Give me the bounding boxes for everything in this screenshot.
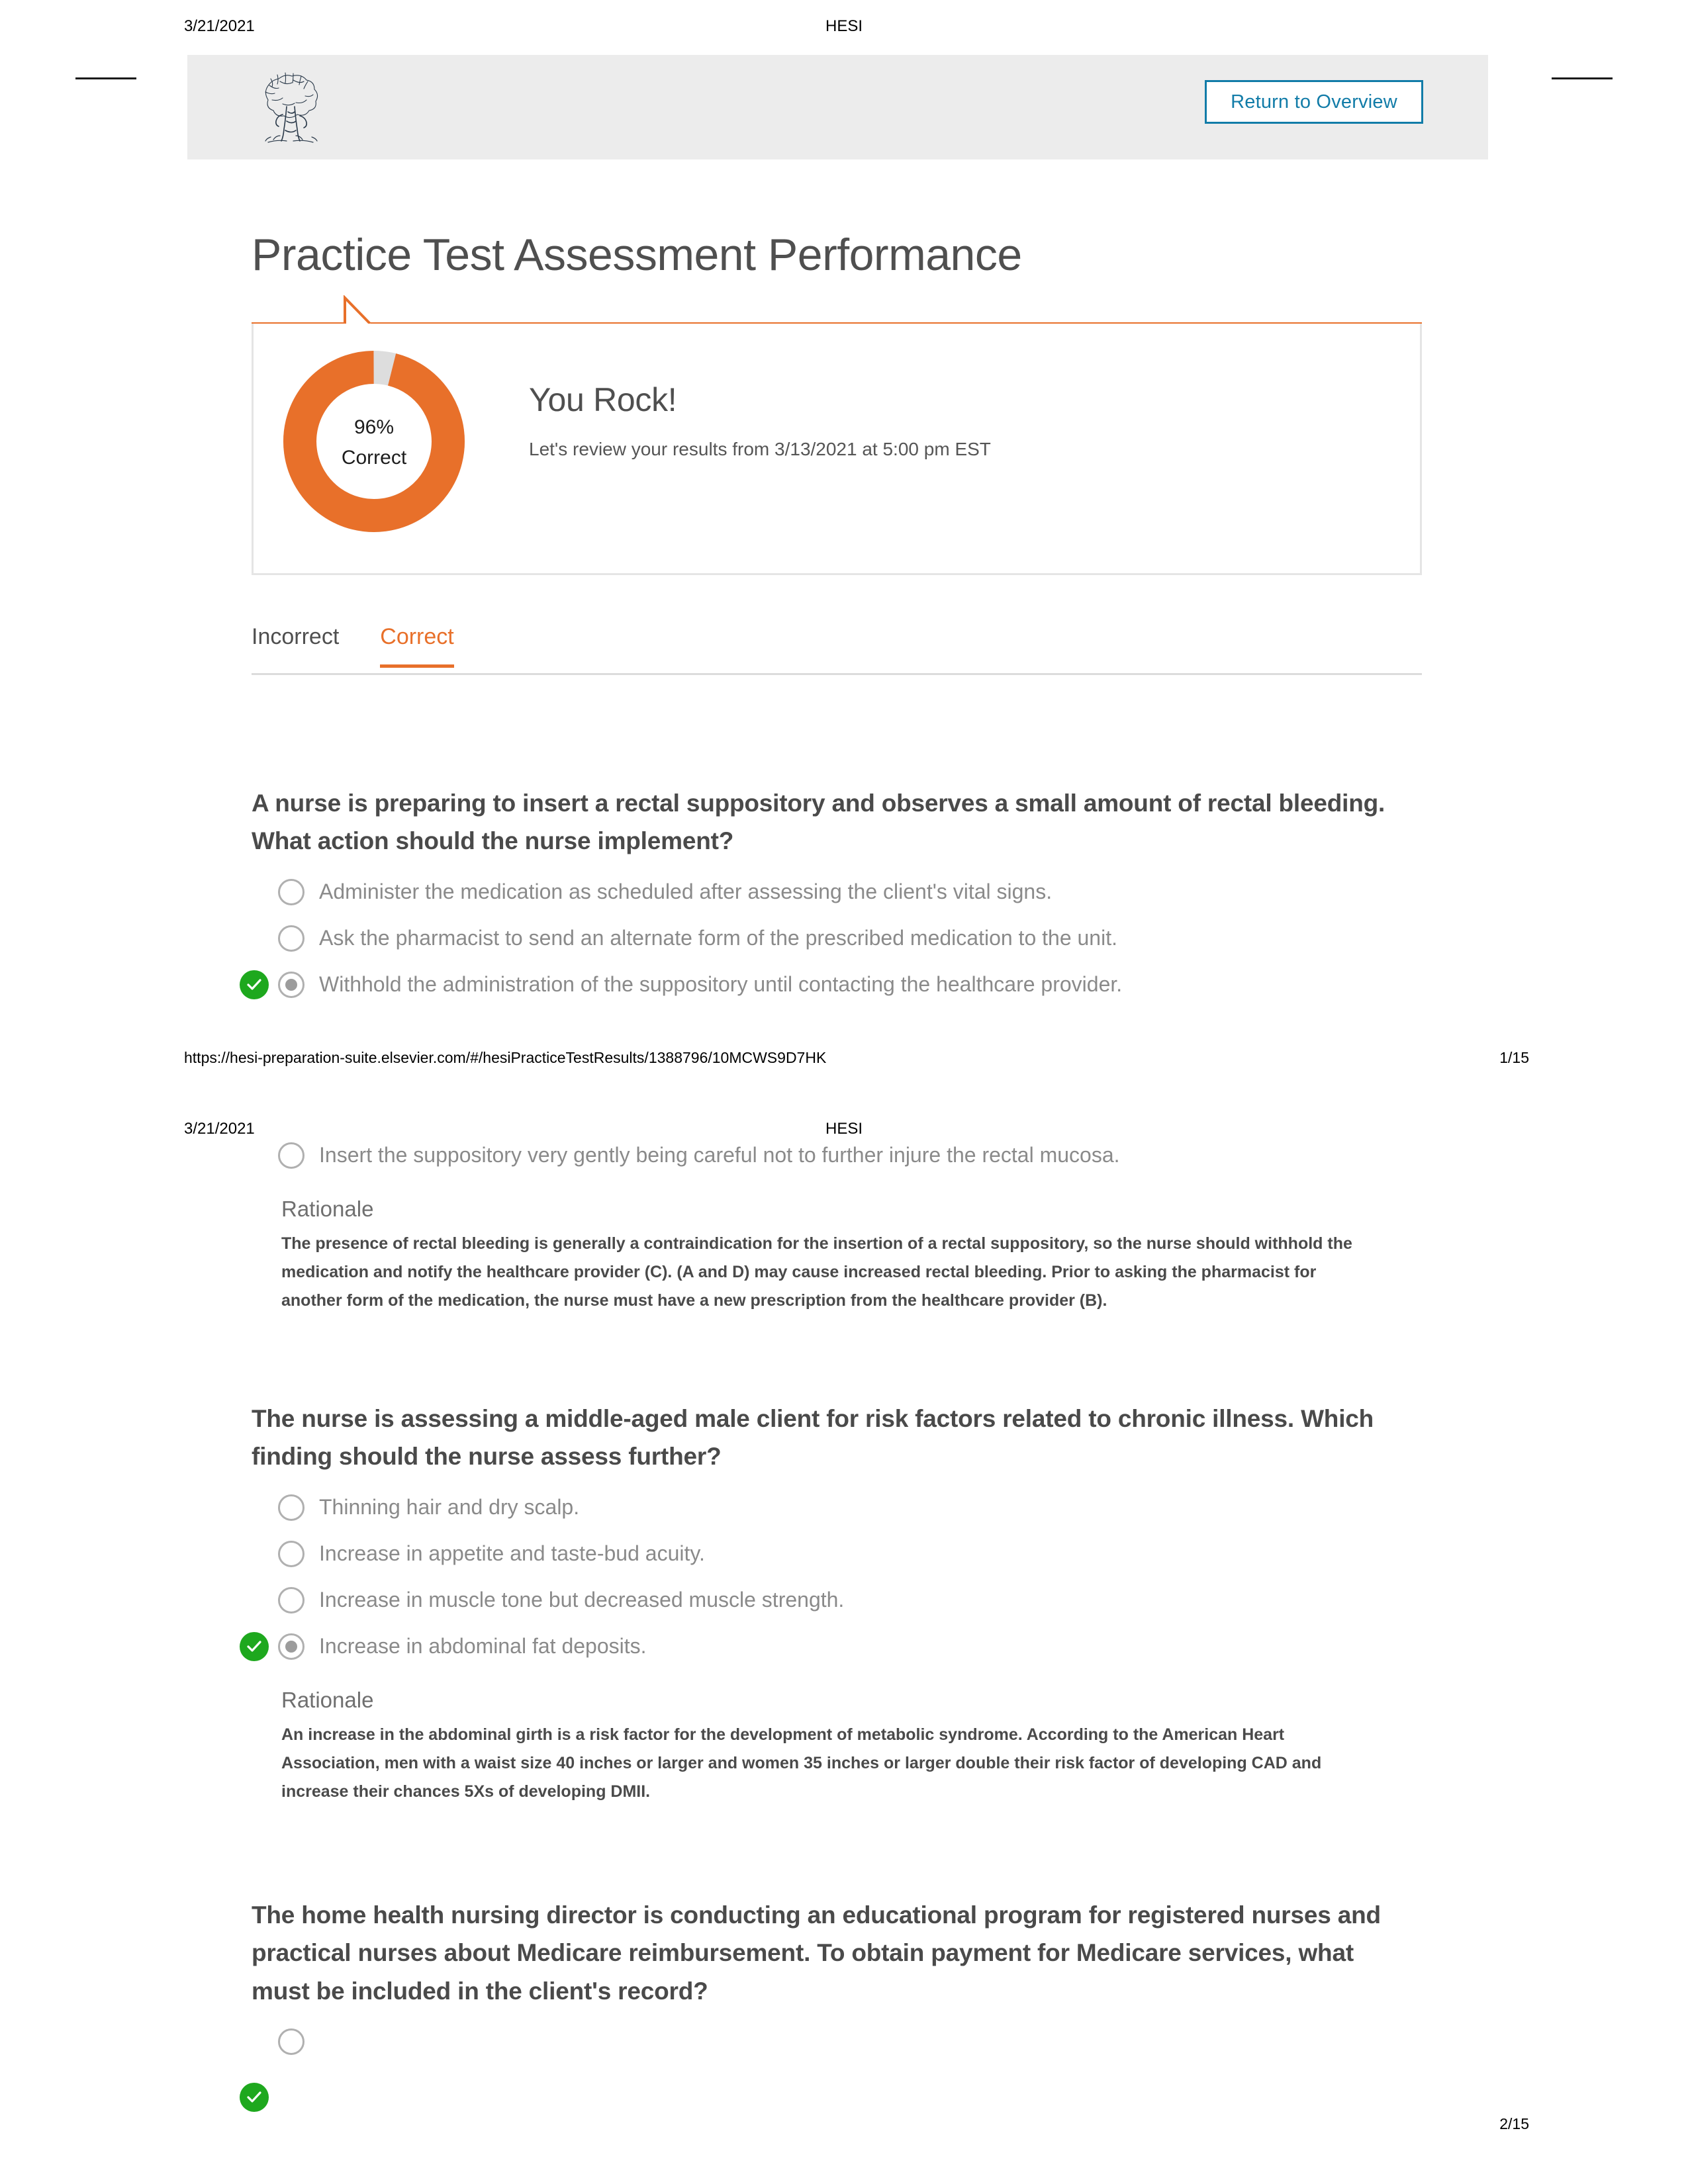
page-title: Practice Test Assessment Performance xyxy=(252,229,1022,280)
print-footer-page-number: 1/15 xyxy=(1499,1049,1529,1066)
print-doc-title: HESI xyxy=(825,17,863,35)
question-prompt: A nurse is preparing to insert a rectal … xyxy=(252,790,1385,855)
results-tablist: Incorrect Correct xyxy=(252,619,1422,675)
radio-unselected-icon[interactable] xyxy=(278,925,305,952)
radio-selected-icon[interactable] xyxy=(278,971,305,998)
question-block-1: A nurse is preparing to insert a rectal … xyxy=(240,784,1403,1014)
correct-check-icon xyxy=(240,2083,269,2113)
tab-correct[interactable]: Correct xyxy=(380,619,454,668)
result-summary-card: 96% Correct You Rock! Let's review your … xyxy=(252,324,1422,575)
result-card-notch-icon xyxy=(344,295,373,324)
answer-option-label: Withhold the administration of the suppo… xyxy=(319,972,1123,996)
answer-option[interactable]: Thinning hair and dry scalp. xyxy=(252,1490,1403,1525)
answer-option-label: Insert the suppository very gently being… xyxy=(319,1143,1120,1167)
radio-unselected-icon[interactable] xyxy=(278,1540,305,1567)
correct-check-icon xyxy=(240,970,269,999)
result-text-group: You Rock! Let's review your results from… xyxy=(529,381,1356,460)
answer-option[interactable]: Administer the medication as scheduled a… xyxy=(252,875,1403,909)
radio-selected-icon[interactable] xyxy=(278,1633,305,1660)
print-footer-url: https://hesi-preparation-suite.elsevier.… xyxy=(184,1049,827,1066)
print-footer-page-number: 2/15 xyxy=(1499,2115,1529,2132)
answer-option[interactable]: Insert the suppository very gently being… xyxy=(252,1138,1403,1173)
answer-option-label: Increase in abdominal fat deposits. xyxy=(319,1633,647,1658)
answer-option-label: Thinning hair and dry scalp. xyxy=(319,1494,580,1519)
answer-option-correct[interactable]: Increase in abdominal fat deposits. xyxy=(240,1629,1403,1664)
radio-unselected-icon[interactable] xyxy=(278,1494,305,1521)
result-subtitle: Let's review your results from 3/13/2021… xyxy=(529,439,991,459)
answer-option[interactable]: Increase in appetite and taste-bud acuit… xyxy=(252,1537,1403,1571)
rationale-label: Rationale xyxy=(281,1197,374,1221)
app-header-band: Return to Overview xyxy=(187,55,1488,159)
radio-unselected-icon[interactable] xyxy=(278,2028,305,2056)
radio-unselected-icon[interactable] xyxy=(278,1142,305,1169)
score-percent-caption: Correct xyxy=(341,447,407,469)
print-doc-title: HESI xyxy=(825,1120,863,1138)
answer-option[interactable]: Ask the pharmacist to send an alternate … xyxy=(252,921,1403,956)
answer-option-label: Increase in muscle tone but decreased mu… xyxy=(319,1587,845,1612)
question-block-3: The home health nursing director is cond… xyxy=(240,1896,1403,2126)
answer-option[interactable]: Increase in muscle tone but decreased mu… xyxy=(252,1583,1403,1617)
question-prompt: The nurse is assessing a middle-aged mal… xyxy=(252,1405,1374,1471)
rationale-text: The presence of rectal bleeding is gener… xyxy=(281,1234,1352,1310)
score-donut-chart: 96% Correct xyxy=(281,349,467,534)
answer-option-label: Administer the medication as scheduled a… xyxy=(319,879,1053,903)
correct-check-icon xyxy=(240,1631,269,1661)
tab-incorrect[interactable]: Incorrect xyxy=(252,619,339,668)
print-footer-page-1: https://hesi-preparation-suite.elsevier.… xyxy=(0,1049,1688,1075)
rationale-label: Rationale xyxy=(281,1687,374,1712)
question-block-1-continued: Insert the suppository very gently being… xyxy=(252,1138,1403,1315)
radio-unselected-icon[interactable] xyxy=(278,878,305,905)
radio-unselected-icon[interactable] xyxy=(278,1586,305,1614)
print-footer-page-2: 2/15 xyxy=(0,2115,1688,2142)
answer-option-label: Ask the pharmacist to send an alternate … xyxy=(319,925,1117,950)
score-percent-value: 96% xyxy=(353,416,395,438)
return-to-overview-button[interactable]: Return to Overview xyxy=(1205,80,1423,124)
answer-option-correct[interactable] xyxy=(240,2080,1403,2115)
score-donut-center-label: 96% Correct xyxy=(281,412,467,473)
elsevier-tree-logo-icon xyxy=(254,66,326,146)
answer-option-label: Increase in appetite and taste-bud acuit… xyxy=(319,1541,705,1565)
answer-option[interactable] xyxy=(252,2025,1403,2059)
answer-option-correct[interactable]: Withhold the administration of the suppo… xyxy=(240,968,1403,1002)
result-heading: You Rock! xyxy=(529,381,677,418)
print-header-page-1: 3/21/2021 HESI xyxy=(0,17,1688,44)
rationale-text: An increase in the abdominal girth is a … xyxy=(281,1725,1322,1801)
crop-mark-left xyxy=(75,77,136,79)
question-block-2: The nurse is assessing a middle-aged mal… xyxy=(240,1400,1403,1806)
crop-mark-right xyxy=(1552,77,1613,79)
question-prompt: The home health nursing director is cond… xyxy=(252,1901,1381,2005)
